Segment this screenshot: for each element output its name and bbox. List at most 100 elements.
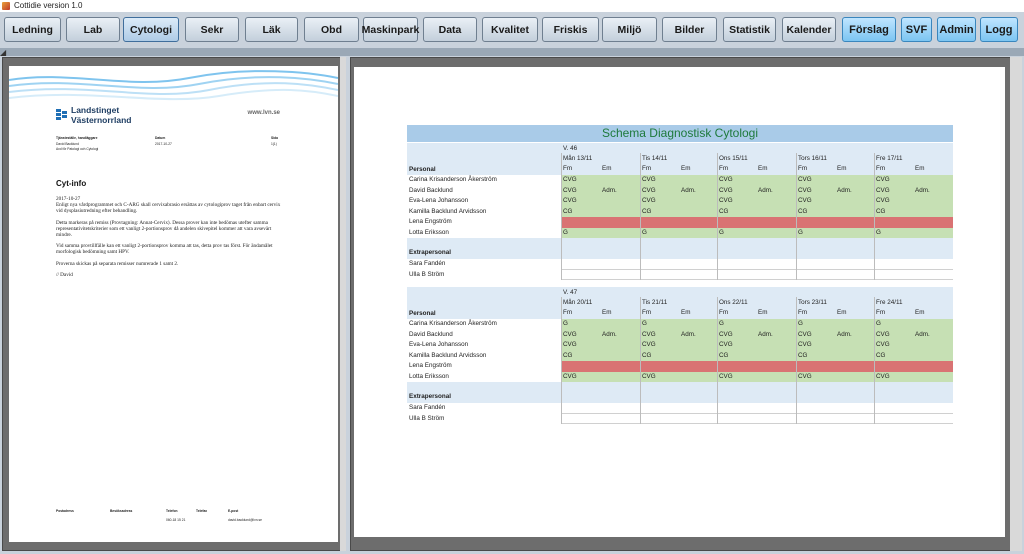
schedule-cell[interactable] [602,228,639,239]
schedule-cell[interactable] [837,319,874,330]
schedule-cell[interactable]: CVG [798,175,835,186]
schedule-cell[interactable]: CVG [642,330,679,341]
schedule-cell[interactable]: G [719,228,756,239]
schedule-viewer[interactable]: Schema Diagnostisk Cytologi V. 46 Mån 13/… [350,57,1022,551]
schedule-cell[interactable] [563,361,600,372]
nav-button-svf[interactable]: SVF [901,17,932,42]
schedule-cell[interactable]: Adm. [758,330,795,341]
schedule-cell[interactable] [915,372,952,383]
schedule-cell[interactable]: CVG [563,340,600,351]
schedule-cell[interactable] [915,175,952,186]
schedule-cell[interactable]: CG [876,351,913,362]
schedule-cell[interactable] [915,351,952,362]
schedule-cell[interactable]: CG [563,207,600,218]
nav-button-forslag[interactable]: Förslag [842,17,896,42]
schedule-cell[interactable] [642,217,679,228]
schedule-cell[interactable] [602,217,639,228]
schedule-cell[interactable]: CVG [563,196,600,207]
schedule-cell[interactable]: CVG [876,372,913,383]
schedule-cell[interactable] [837,361,874,372]
schedule-cell[interactable]: CVG [798,372,835,383]
schedule-cell[interactable] [681,361,718,372]
schedule-cell[interactable] [758,372,795,383]
schedule-cell[interactable] [915,217,952,228]
schedule-cell[interactable]: CVG [876,186,913,197]
schedule-cell[interactable]: Adm. [602,330,639,341]
schedule-cell[interactable]: Adm. [758,186,795,197]
schedule-cell[interactable]: CVG [642,340,679,351]
schedule-cell[interactable]: G [642,319,679,330]
schedule-cell[interactable] [915,340,952,351]
schedule-cell[interactable] [642,361,679,372]
schedule-cell[interactable] [837,372,874,383]
schedule-cell[interactable]: G [798,319,835,330]
nav-button-admin[interactable]: Admin [937,17,976,42]
schedule-cell[interactable]: Adm. [681,186,718,197]
schedule-cell[interactable] [681,319,718,330]
schedule-cell[interactable] [602,372,639,383]
schedule-cell[interactable] [915,196,952,207]
schedule-cell[interactable] [681,207,718,218]
schedule-cell[interactable] [602,351,639,362]
schedule-cell[interactable]: Adm. [837,186,874,197]
schedule-cell[interactable] [837,196,874,207]
schedule-cell[interactable]: G [563,319,600,330]
schedule-cell[interactable]: Adm. [602,186,639,197]
schedule-cell[interactable] [681,217,718,228]
schedule-cell[interactable] [758,361,795,372]
schedule-cell[interactable] [915,207,952,218]
schedule-cell[interactable] [602,361,639,372]
schedule-cell[interactable]: CVG [876,330,913,341]
schedule-cell[interactable] [602,319,639,330]
schedule-cell[interactable]: CVG [563,372,600,383]
schedule-cell[interactable]: G [798,228,835,239]
schedule-cell[interactable]: CVG [719,186,756,197]
schedule-cell[interactable]: Adm. [915,330,952,341]
schedule-cell[interactable]: CVG [798,340,835,351]
schedule-cell[interactable]: CVG [876,340,913,351]
schedule-cell[interactable]: Adm. [681,330,718,341]
right-viewer-scrollbar[interactable] [1010,57,1022,551]
schedule-cell[interactable] [758,207,795,218]
nav-button-friskis[interactable]: Friskis [542,17,599,42]
document-viewer[interactable]: Landstinget Västernorrland www.lvn.se Tj… [2,57,346,551]
schedule-cell[interactable]: G [876,228,913,239]
schedule-cell[interactable]: CVG [642,175,679,186]
schedule-cell[interactable] [719,217,756,228]
schedule-cell[interactable]: Adm. [915,186,952,197]
schedule-cell[interactable]: CVG [719,330,756,341]
schedule-cell[interactable] [837,207,874,218]
schedule-cell[interactable]: CVG [798,196,835,207]
schedule-cell[interactable]: CG [876,207,913,218]
schedule-cell[interactable]: CG [719,351,756,362]
schedule-cell[interactable] [915,228,952,239]
schedule-cell[interactable] [719,361,756,372]
schedule-cell[interactable] [681,175,718,186]
nav-button-lak[interactable]: Läk [245,17,298,42]
schedule-cell[interactable] [837,217,874,228]
nav-button-ledning[interactable]: Ledning [4,17,61,42]
schedule-cell[interactable]: CG [563,351,600,362]
schedule-cell[interactable]: CVG [719,175,756,186]
nav-button-lab[interactable]: Lab [66,17,120,42]
schedule-cell[interactable] [602,196,639,207]
left-viewer-scrollbar[interactable] [340,57,346,551]
schedule-cell[interactable] [915,361,952,372]
schedule-cell[interactable]: CVG [719,340,756,351]
schedule-cell[interactable] [758,175,795,186]
schedule-cell[interactable]: CG [798,351,835,362]
schedule-cell[interactable]: CVG [876,175,913,186]
nav-button-bilder[interactable]: Bilder [662,17,717,42]
schedule-cell[interactable] [876,217,913,228]
schedule-cell[interactable]: CG [719,207,756,218]
schedule-cell[interactable]: CVG [876,196,913,207]
schedule-cell[interactable] [758,228,795,239]
nav-button-kvalitet[interactable]: Kvalitet [482,17,538,42]
nav-button-kalender[interactable]: Kalender [782,17,836,42]
schedule-cell[interactable] [758,340,795,351]
schedule-cell[interactable] [837,340,874,351]
schedule-cell[interactable]: Adm. [837,330,874,341]
schedule-cell[interactable] [563,217,600,228]
schedule-cell[interactable]: CG [642,351,679,362]
schedule-cell[interactable] [798,361,835,372]
